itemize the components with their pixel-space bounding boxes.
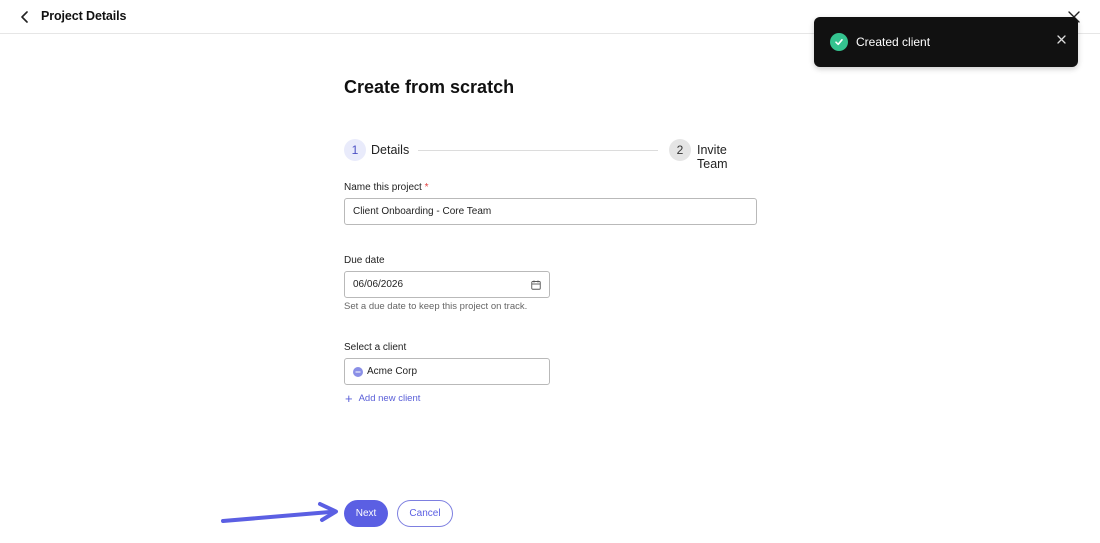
step-1-label: Details	[371, 143, 410, 157]
annotation-arrow-icon	[221, 502, 338, 523]
client-avatar	[353, 366, 363, 377]
close-icon	[1056, 34, 1066, 44]
required-marker: *	[424, 182, 429, 193]
back-button[interactable]	[16, 9, 34, 25]
plus-icon: +	[345, 390, 353, 406]
step-2-number: 2	[669, 139, 691, 161]
project-name-label-text: Name this project	[344, 182, 422, 193]
step-connector	[418, 150, 658, 151]
cancel-button[interactable]: Cancel	[397, 500, 453, 527]
project-name-label: Name this project *	[344, 182, 429, 193]
due-date-value: 06/06/2026	[353, 279, 404, 290]
step-1-number: 1	[344, 139, 366, 161]
project-name-input[interactable]: Client Onboarding - Core Team	[344, 198, 757, 225]
check-circle-icon	[830, 33, 848, 51]
client-select[interactable]: Acme Corp	[344, 358, 550, 385]
form-heading: Create from scratch	[344, 77, 515, 97]
step-2-label: Invite Team	[697, 143, 728, 171]
toast-close-button[interactable]	[1056, 34, 1066, 44]
next-button[interactable]: Next	[344, 500, 388, 527]
due-date-label: Due date	[344, 255, 385, 266]
client-label: Select a client	[344, 342, 407, 353]
toast-notification: Created client	[814, 17, 1078, 67]
calendar-icon[interactable]	[531, 280, 541, 290]
chevron-left-icon	[21, 11, 28, 23]
client-value: Acme Corp	[367, 366, 418, 377]
stepper: 1 Details 2 Invite Team	[344, 139, 758, 171]
due-date-input[interactable]: 06/06/2026	[344, 271, 550, 298]
page-title: Project Details	[41, 9, 127, 23]
add-new-client-label: Add new client	[358, 393, 421, 404]
project-name-value: Client Onboarding - Core Team	[353, 206, 492, 217]
due-date-helper: Set a due date to keep this project on t…	[344, 301, 528, 312]
toast-message: Created client	[856, 35, 931, 49]
add-new-client-link[interactable]: + Add new client	[345, 390, 421, 406]
